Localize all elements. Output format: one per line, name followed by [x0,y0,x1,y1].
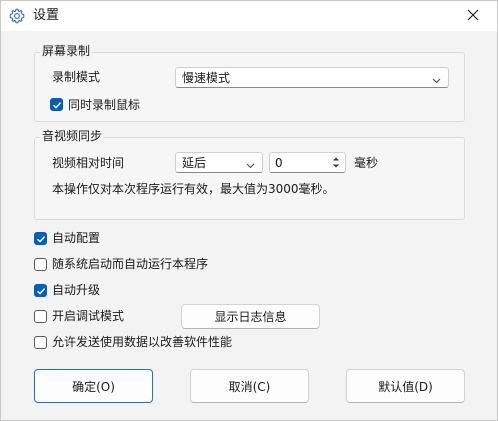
auto-start-label: 随系统启动而自动运行本程序 [52,257,209,271]
close-button[interactable] [453,1,493,31]
show-log-button[interactable]: 显示日志信息 [181,304,320,329]
record-mouse-label: 同时录制鼠标 [68,98,141,112]
auto-upgrade-checkbox[interactable] [34,284,47,297]
settings-dialog: 设置 屏幕录制 录制模式 慢速模式 同时录制鼠标 音视频同步 视频相对时间 延后 [0,0,498,421]
av-sync-group: 音视频同步 视频相对时间 延后 0 毫秒 本操作仅对本次程序运行有效，最大值为3… [34,128,465,220]
av-sync-group-title: 音视频同步 [40,128,105,144]
auto-upgrade-label: 自动升级 [52,283,101,297]
spin-arrows-icon[interactable] [329,154,343,171]
window-title: 设置 [33,8,60,23]
video-offset-label: 视频相对时间 [52,156,125,170]
screen-record-group: 屏幕录制 录制模式 慢速模式 同时录制鼠标 [34,43,465,122]
debug-mode-checkbox[interactable] [34,310,47,323]
gear-icon [9,8,25,24]
record-mode-select[interactable]: 慢速模式 [175,67,449,88]
send-usage-label: 允许发送使用数据以改善软件性能 [52,335,233,349]
offset-ms-value: 0 [275,156,283,170]
send-usage-checkbox[interactable] [34,336,47,349]
offset-direction-value: 延后 [182,156,207,170]
auto-config-checkbox[interactable] [34,232,47,245]
ok-button[interactable]: 确定(O) [34,369,153,403]
offset-unit-label: 毫秒 [354,156,379,170]
record-mode-label: 录制模式 [52,70,101,84]
screen-record-group-title: 屏幕录制 [40,43,93,59]
title-bar: 设置 [1,1,497,31]
chevron-down-icon [246,159,255,169]
debug-mode-label: 开启调试模式 [52,309,125,323]
cancel-button[interactable]: 取消(C) [190,369,309,403]
auto-config-label: 自动配置 [52,231,101,245]
offset-ms-spinbox[interactable]: 0 [269,152,346,173]
close-icon [467,9,479,24]
auto-start-checkbox[interactable] [34,258,47,271]
av-sync-note: 本操作仅对本次程序运行有效，最大值为3000毫秒。 [52,182,335,196]
chevron-down-icon [432,74,441,84]
default-button[interactable]: 默认值(D) [346,369,465,403]
record-mode-value: 慢速模式 [182,71,231,85]
record-mouse-checkbox[interactable] [50,98,63,111]
offset-direction-select[interactable]: 延后 [175,152,263,173]
